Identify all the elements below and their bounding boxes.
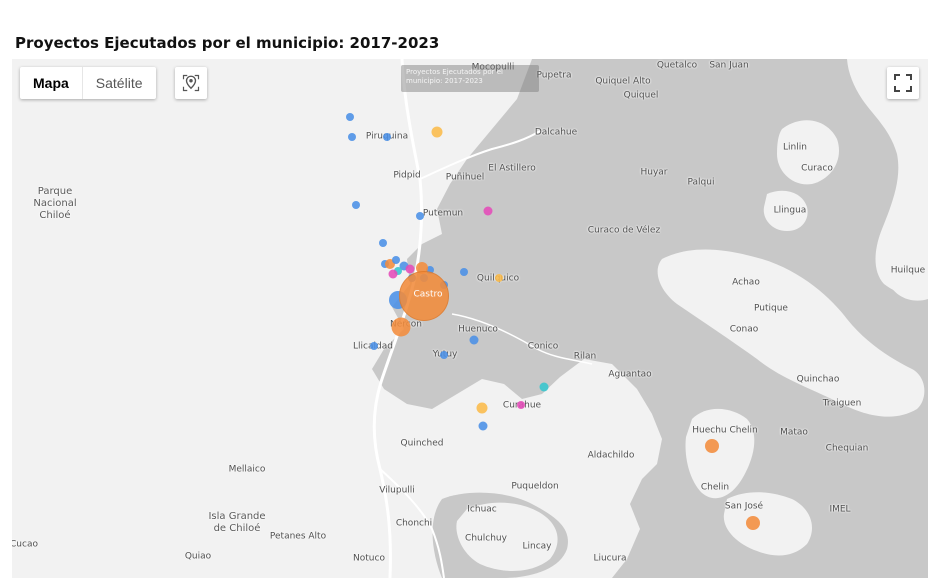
place-label: Chonchi — [395, 518, 433, 529]
place-label: Quetalco — [656, 60, 698, 71]
project-marker-yellow[interactable] — [431, 126, 443, 138]
place-label: Curaco de Vélez — [587, 225, 661, 236]
project-marker-pink[interactable] — [388, 269, 398, 279]
project-marker-blue[interactable] — [346, 113, 354, 121]
map-base — [12, 59, 928, 578]
place-label: Conico — [527, 341, 559, 352]
project-marker-pink[interactable] — [517, 401, 525, 409]
place-label: Palqui — [687, 177, 715, 188]
fullscreen-button[interactable] — [887, 67, 919, 99]
project-marker-blue[interactable] — [469, 335, 479, 345]
overlay-title: Proyectos Ejecutados por el municipio: 2… — [401, 65, 539, 92]
place-label: Pupetra — [536, 70, 572, 81]
place-label: Huyar — [640, 167, 668, 178]
place-label: Quiquel Alto — [595, 76, 651, 87]
place-label: Matao — [780, 427, 808, 438]
project-marker-blue[interactable] — [478, 421, 488, 431]
place-label-castro-overlay: Castro — [413, 289, 443, 300]
place-label: Notuco — [353, 553, 385, 564]
place-label: Huilque — [890, 265, 926, 276]
place-label: Puqueldon — [511, 481, 559, 492]
project-marker-orange[interactable] — [391, 317, 411, 337]
place-label: Mellaico — [228, 464, 266, 475]
place-label: Aguantao — [608, 369, 652, 380]
place-label: Curaco — [801, 163, 833, 174]
place-label: Isla Grande de Chiloé — [208, 511, 266, 534]
place-label: Linlin — [783, 142, 807, 153]
place-label: Putique — [754, 303, 788, 314]
project-marker-yellow[interactable] — [476, 402, 488, 414]
place-label: Dalcahue — [534, 127, 578, 138]
project-marker-blue[interactable] — [352, 201, 360, 209]
place-label: Quinchao — [796, 374, 840, 385]
project-marker-blue[interactable] — [416, 212, 424, 220]
place-label: El Astillero — [488, 163, 536, 174]
place-label: Cucao — [12, 539, 38, 550]
place-label: Puñihuel — [445, 172, 485, 183]
place-label: Aldachildo — [587, 450, 635, 461]
fullscreen-icon — [894, 74, 912, 92]
place-label: Petanes Alto — [269, 531, 327, 542]
place-label: Pidpid — [393, 170, 421, 181]
place-label: Huenuco — [458, 324, 498, 335]
project-marker-blue[interactable] — [379, 239, 387, 247]
map-type-mapa-button[interactable]: Mapa — [20, 67, 82, 99]
project-marker-blue[interactable] — [460, 268, 468, 276]
place-label: Lincay — [522, 541, 552, 552]
place-label: Vilupulli — [379, 485, 415, 496]
place-label: Liucura — [593, 553, 627, 564]
locate-icon — [182, 74, 200, 92]
project-marker-blue[interactable] — [383, 133, 391, 141]
project-marker-orange[interactable] — [705, 439, 719, 453]
project-marker-blue[interactable] — [370, 342, 378, 350]
project-marker-orange[interactable] — [746, 516, 760, 530]
place-label: Chulchuy — [465, 533, 507, 544]
project-marker-blue[interactable] — [348, 133, 356, 141]
project-marker-pink[interactable] — [483, 206, 493, 216]
place-label: Quiao — [184, 551, 212, 562]
place-label: San Juan — [709, 60, 749, 71]
map-type-satellite-button[interactable]: Satélite — [83, 67, 156, 99]
place-label: Parque Nacional Chiloé — [33, 186, 77, 221]
place-label: Llingua — [773, 205, 807, 216]
place-label: San José — [724, 501, 764, 512]
project-marker-blue[interactable] — [440, 351, 448, 359]
project-marker-yellow[interactable] — [495, 274, 503, 282]
map-type-control: Mapa Satélite — [20, 67, 156, 99]
locate-button[interactable] — [175, 67, 207, 99]
place-label: Quiquel — [623, 90, 659, 101]
chart-title: Proyectos Ejecutados por el municipio: 2… — [15, 34, 440, 52]
place-label: Conao — [729, 324, 759, 335]
place-label: Huechu Chelin — [692, 425, 758, 436]
place-label: Putemun — [422, 208, 464, 219]
place-label: Traiguen — [822, 398, 862, 409]
place-label: Quinched — [400, 438, 444, 449]
place-label: IMEL — [829, 504, 851, 515]
place-label: Ichuac — [467, 504, 497, 515]
project-marker-teal[interactable] — [539, 382, 549, 392]
map-canvas[interactable]: Mocopulli Pupetra Quetalco San Juan Quiquel … — [12, 59, 928, 578]
place-label: Achao — [732, 277, 760, 288]
place-label: Chequian — [825, 443, 869, 454]
place-label: Rilan — [573, 351, 597, 362]
project-marker-blue[interactable] — [392, 256, 400, 264]
place-label: Chelin — [700, 482, 730, 493]
